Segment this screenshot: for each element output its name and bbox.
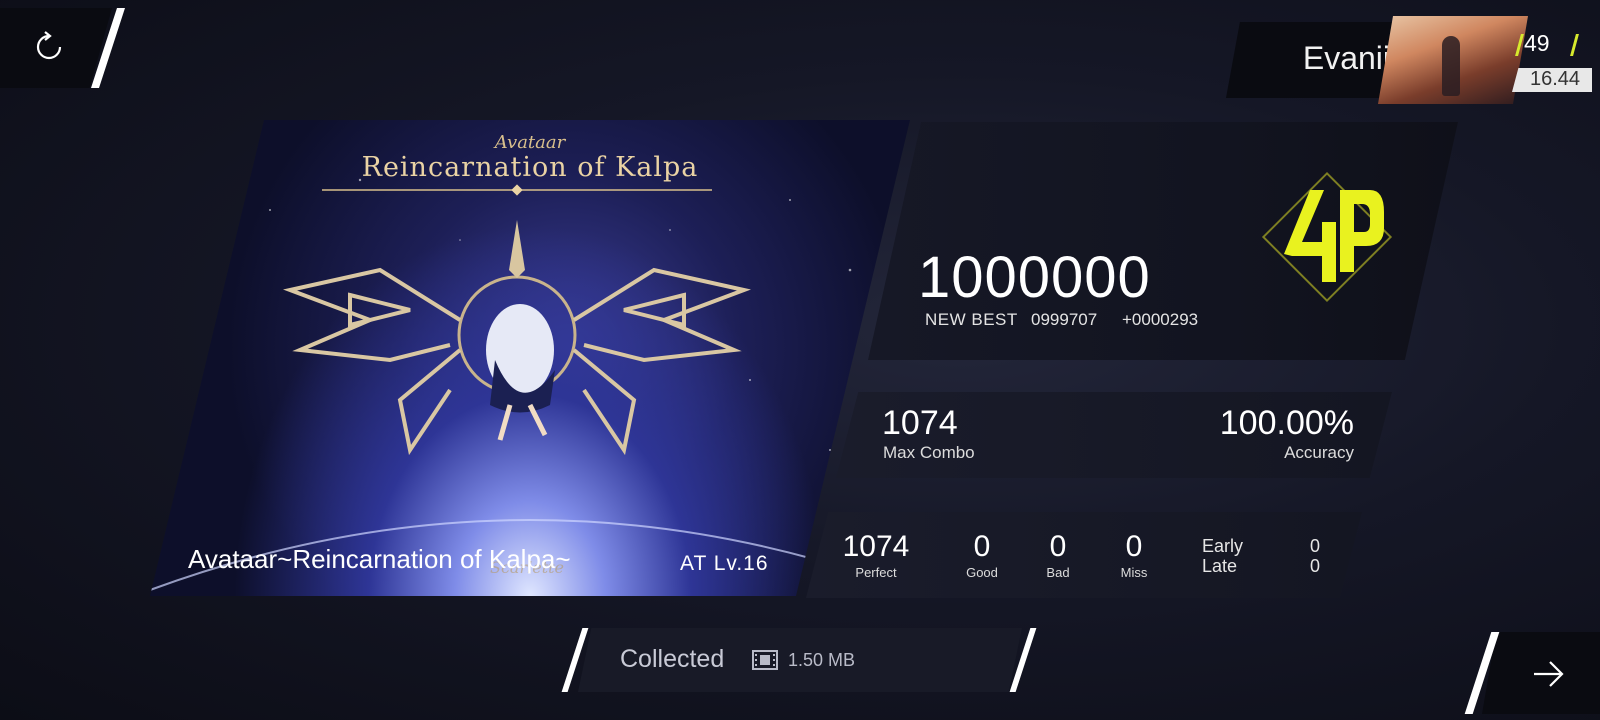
collected-label: Collected (620, 645, 725, 673)
player-avatar[interactable] (1378, 16, 1528, 104)
accuracy-label: Accuracy (1284, 443, 1354, 462)
jacket-title: Reincarnation of Kalpa (361, 152, 699, 183)
score-value: 1000000 (918, 245, 1151, 310)
song-jacket: Avataar Reincarnation of Kalpa Scarlette… (150, 120, 910, 596)
all-perfect-badge-icon (1261, 171, 1393, 303)
good-label: Good (966, 565, 998, 580)
song-difficulty: AT Lv.16 (680, 552, 769, 575)
jacket-title-small: Avataar (494, 132, 566, 153)
perfect-label: Perfect (855, 565, 897, 580)
late-count: 0 (1309, 556, 1320, 576)
miss-count: 0 (1125, 530, 1143, 563)
max-combo-value: 1074 (882, 404, 958, 442)
player-level: 49 (1524, 30, 1550, 56)
jacket-illustration (150, 178, 910, 591)
avatar-figure (1442, 36, 1460, 96)
early-count: 0 (1309, 536, 1320, 556)
previous-best: 0999707 (1031, 310, 1098, 329)
score-difference: +0000293 (1122, 310, 1199, 329)
arrow-right-icon[interactable] (1530, 656, 1566, 692)
retry-icon[interactable] (30, 28, 68, 66)
perfect-count: 1074 (842, 530, 910, 563)
bad-count: 0 (1049, 530, 1067, 563)
late-label: Late (1202, 556, 1238, 576)
early-label: Early (1202, 536, 1244, 556)
new-best-label: NEW BEST (925, 310, 1018, 329)
player-name: Evanii (1302, 40, 1390, 76)
song-title: Avataar~Reincarnation of Kalpa~ (188, 544, 571, 574)
max-combo-label: Max Combo (883, 443, 975, 462)
good-count: 0 (973, 530, 991, 563)
player-rating: 16.44 (1529, 68, 1581, 90)
film-icon (752, 650, 778, 670)
collected-size: 1.50 MB (788, 650, 856, 670)
accuracy-value: 100.00% (1219, 404, 1354, 442)
bad-label: Bad (1046, 565, 1070, 580)
miss-label: Miss (1120, 565, 1148, 580)
